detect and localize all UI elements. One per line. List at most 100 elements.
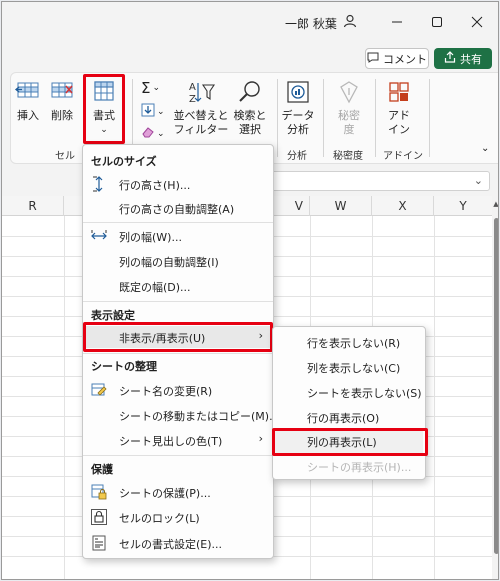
- vertical-scrollbar[interactable]: ▲: [492, 196, 498, 579]
- rename-sheet-icon: [91, 382, 107, 398]
- submenu-item-hide-rows[interactable]: 行を表示しない(R): [275, 331, 423, 355]
- menu-separator: [83, 353, 273, 354]
- share-button[interactable]: 共有: [434, 48, 492, 69]
- chevron-down-icon: ⌄: [157, 106, 165, 117]
- comment-icon: [367, 52, 379, 66]
- chevron-down-icon: ⌄: [157, 128, 165, 139]
- menu-separator: [83, 455, 273, 456]
- sort-filter-button[interactable]: A Z 並べ替えと フィルター: [173, 79, 229, 137]
- heading-protection: 保護: [91, 463, 113, 476]
- comment-label: コメント: [383, 52, 427, 66]
- autosum-button[interactable]: Σ ⌄: [141, 79, 160, 97]
- find-select-button[interactable]: 検索と 選択: [231, 79, 269, 137]
- menu-item-lock-cell[interactable]: セルのロック(L): [85, 506, 271, 528]
- column-header-x[interactable]: X: [372, 196, 434, 216]
- column-width-icon: [91, 228, 107, 244]
- svg-text:A: A: [189, 82, 196, 93]
- column-header-v[interactable]: V: [274, 196, 310, 216]
- insert-label: 挿入: [17, 109, 39, 122]
- tab-color-label: シート見出しの色(T): [119, 435, 223, 448]
- lock-icon: [91, 509, 107, 525]
- close-icon[interactable]: [462, 10, 492, 34]
- heading-cell-size: セルのサイズ: [91, 155, 157, 168]
- sort-label-1: 並べ替えと: [173, 109, 229, 122]
- sensitivity-icon: [331, 79, 367, 109]
- command-row: コメント 共有: [2, 44, 498, 72]
- fill-button[interactable]: ⌄: [141, 103, 165, 120]
- hide-unhide-submenu: 行を表示しない(R) 列を表示しない(C) シートを表示しない(S) 行の再表示…: [272, 326, 428, 480]
- delete-button[interactable]: 削除: [47, 79, 77, 123]
- ribbon-separator: [323, 79, 324, 157]
- menu-separator: [83, 222, 273, 223]
- protect-sheet-label: シートの保護(P)...: [119, 487, 211, 500]
- comment-button[interactable]: コメント: [365, 48, 429, 69]
- row-height-icon: [91, 176, 107, 192]
- menu-item-default-width[interactable]: 既定の幅(D)...: [85, 275, 271, 297]
- lock-cell-label: セルのロック(L): [119, 512, 200, 525]
- find-label-2: 選択: [239, 123, 261, 136]
- add-ins-button[interactable]: アド イン: [383, 79, 415, 137]
- collapse-ribbon-icon[interactable]: ⌄: [481, 143, 489, 154]
- user-name: 一郎 秋葉: [285, 17, 337, 31]
- menu-item-autofit-row[interactable]: 行の高さの自動調整(A): [85, 197, 271, 219]
- column-header-y[interactable]: Y: [434, 196, 492, 216]
- menu-item-protect-sheet[interactable]: シートの保護(P)...: [85, 481, 271, 503]
- menu-item-move-copy[interactable]: シートの移動またはコピー(M)...: [85, 404, 280, 426]
- chevron-down-icon: ⌄: [152, 83, 161, 93]
- menu-separator: [83, 301, 273, 302]
- menu-item-tab-color[interactable]: シート見出しの色(T) ›: [85, 429, 271, 451]
- menu-item-format-cells[interactable]: セルの書式設定(E)...: [85, 532, 271, 554]
- hide-unhide-label: 非表示/再表示(U): [119, 332, 206, 345]
- column-width-label: 列の幅(W)...: [119, 231, 182, 244]
- protect-sheet-icon: [91, 484, 107, 500]
- submenu-item-hide-columns[interactable]: 列を表示しない(C): [275, 356, 423, 380]
- sensitivity-label-1: 秘密: [338, 109, 360, 122]
- heading-organize: シートの整理: [91, 360, 157, 373]
- column-header-r[interactable]: R: [2, 196, 64, 216]
- autofit-row-label: 行の高さの自動調整(A): [119, 203, 235, 216]
- user-avatar-icon[interactable]: [342, 13, 358, 29]
- search-icon: [231, 79, 269, 109]
- submenu-item-unhide-sheet: シートの再表示(H)...: [307, 461, 412, 474]
- formula-input[interactable]: ⌄: [270, 171, 490, 191]
- menu-item-column-width[interactable]: 列の幅(W)...: [85, 225, 271, 247]
- analyze-data-button[interactable]: データ 分析: [281, 79, 315, 137]
- fill-down-icon: [141, 103, 155, 120]
- group-analyze-label: 分析: [287, 151, 307, 162]
- menu-item-rename-sheet[interactable]: シート名の変更(R): [85, 379, 271, 401]
- sigma-icon: Σ: [141, 79, 151, 97]
- share-icon: [444, 51, 456, 66]
- delete-label: 削除: [51, 109, 73, 122]
- grid-line: [434, 216, 435, 579]
- format-cells-dialog-icon: [91, 535, 107, 551]
- add-ins-icon: [383, 79, 415, 109]
- delete-cells-icon: [47, 79, 77, 109]
- scroll-thumb[interactable]: [494, 218, 498, 554]
- find-label-1: 検索と: [233, 109, 267, 122]
- format-menu: セルのサイズ 行の高さ(H)... 行の高さの自動調整(A) 列の幅(W)...…: [82, 144, 280, 559]
- submenu-item-unhide-rows[interactable]: 行の再表示(O): [275, 406, 423, 430]
- menu-item-hide-unhide[interactable]: 非表示/再表示(U) ›: [85, 326, 271, 348]
- excel-window: 一郎 秋葉 コメント 共有 挿入 削除 書式 ⌄ セル Σ ⌄ ⌄ ⌄ A Z …: [1, 1, 499, 580]
- column-header-w[interactable]: W: [310, 196, 372, 216]
- chevron-down-icon[interactable]: ⌄: [474, 174, 483, 187]
- submenu-item-unhide-columns[interactable]: 列の再表示(L): [275, 430, 423, 454]
- default-width-label: 既定の幅(D)...: [119, 281, 191, 294]
- menu-item-row-height[interactable]: 行の高さ(H)...: [85, 173, 271, 195]
- svg-text:Z: Z: [189, 94, 196, 105]
- analyze-label-2: 分析: [287, 123, 309, 136]
- heading-visibility: 表示設定: [91, 309, 135, 322]
- analyze-label-1: データ: [281, 109, 315, 122]
- clear-button[interactable]: ⌄: [141, 125, 165, 142]
- insert-button[interactable]: 挿入: [13, 79, 43, 123]
- grid-line: [64, 216, 65, 579]
- submenu-item-hide-sheet[interactable]: シートを表示しない(S): [275, 381, 423, 405]
- menu-item-autofit-column[interactable]: 列の幅の自動調整(I): [85, 250, 271, 272]
- sort-filter-icon: A Z: [173, 79, 229, 109]
- minimize-icon[interactable]: [382, 10, 412, 34]
- maximize-icon[interactable]: [422, 10, 452, 34]
- scroll-up-icon[interactable]: ▲: [492, 200, 498, 208]
- format-cells-label: セルの書式設定(E)...: [119, 538, 223, 551]
- chevron-right-icon: ›: [258, 432, 263, 445]
- autofit-column-label: 列の幅の自動調整(I): [119, 256, 219, 269]
